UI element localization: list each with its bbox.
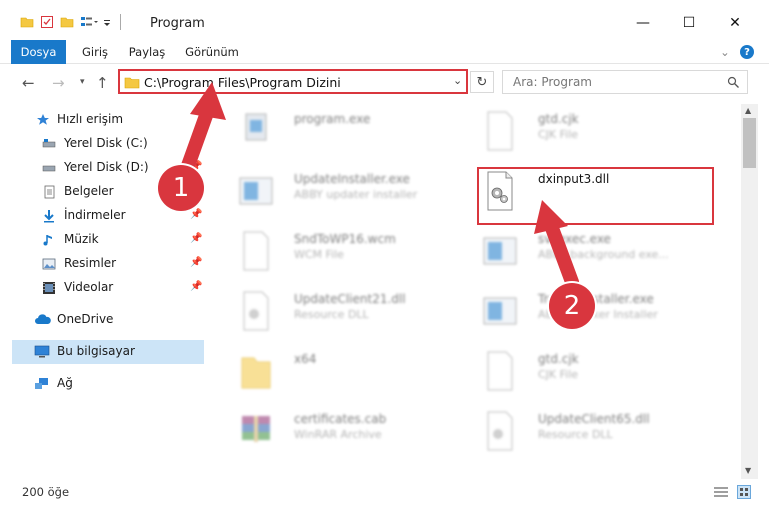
status-bar: 200 öğe (0, 480, 769, 504)
nav-item-pictures[interactable]: Resimler 📌 (0, 252, 204, 276)
file-item[interactable]: x64 (216, 344, 466, 400)
pin-icon[interactable]: 📌 (190, 209, 202, 220)
network-icon (35, 378, 48, 389)
recent-locations-icon[interactable]: ▾ (80, 77, 85, 87)
file-item[interactable]: gtd.cjk CJK File (460, 104, 710, 160)
item-count: 200 öğe (22, 485, 70, 499)
exe-icon (483, 237, 517, 265)
properties-icon[interactable] (40, 15, 54, 29)
maximize-button[interactable]: ☐ (666, 8, 712, 38)
computer-icon (34, 345, 50, 358)
vertical-scrollbar[interactable]: ▲ ▼ (741, 104, 758, 479)
document-icon (487, 111, 513, 151)
tab-share[interactable]: Paylaş (124, 40, 170, 64)
document-icon (243, 231, 269, 271)
customize-toolbar-icon[interactable] (102, 15, 112, 29)
file-list: program.exe gtd.cjk CJK File UpdateInsta… (206, 104, 741, 479)
search-box[interactable]: Ara: Program (502, 70, 748, 94)
new-folder-icon[interactable] (60, 15, 74, 29)
pin-icon[interactable]: 📌 (190, 281, 202, 292)
step-badge-2: 2 (549, 283, 595, 329)
drive-icon (42, 165, 56, 172)
ribbon-tabs: Dosya Giriş Paylaş Görünüm ⌄ ? (0, 40, 769, 64)
close-button[interactable]: ✕ (712, 8, 758, 38)
quick-access-toolbar (20, 14, 121, 30)
pin-icon[interactable]: 📌 (190, 257, 202, 268)
folder-icon (241, 357, 271, 389)
up-icon[interactable]: ↑ (96, 74, 109, 92)
search-input[interactable]: Ara: Program (513, 75, 592, 89)
scroll-down-icon[interactable]: ▼ (745, 466, 751, 475)
tab-file[interactable]: Dosya (11, 40, 66, 64)
music-icon (43, 235, 52, 246)
nav-item-music[interactable]: Müzik 📌 (0, 228, 204, 252)
star-icon (37, 114, 49, 125)
scroll-up-icon[interactable]: ▲ (745, 106, 751, 115)
back-icon[interactable]: ← (22, 74, 35, 92)
cloud-icon (35, 314, 51, 324)
title-bar: Program — ☐ ✕ (0, 0, 769, 40)
address-row: ← → ▾ ↑ C:\Program Files\Program Dizini … (0, 64, 769, 102)
nav-item-network[interactable]: Ağ (0, 372, 204, 396)
folder-icon (124, 77, 140, 89)
documents-icon (44, 185, 55, 199)
file-item[interactable]: UpdateClient65.dll Resource DLL (460, 404, 710, 460)
download-icon (44, 210, 54, 223)
archive-icon (242, 416, 270, 442)
view-options-icon[interactable] (80, 15, 98, 29)
scrollbar-thumb[interactable] (743, 118, 756, 168)
document-icon (487, 351, 513, 391)
address-dropdown-icon[interactable]: ⌄ (453, 74, 462, 87)
tab-view[interactable]: Görünüm (182, 40, 242, 64)
file-item[interactable]: UpdateClient21.dll Resource DLL (216, 284, 466, 340)
file-item[interactable]: gtd.cjk CJK File (460, 344, 710, 400)
ribbon-expand-icon[interactable]: ⌄ (716, 40, 734, 64)
search-icon[interactable] (727, 76, 740, 89)
pin-icon[interactable]: 📌 (190, 233, 202, 244)
large-icons-view-icon[interactable] (737, 485, 751, 499)
file-item[interactable]: SndToWP16.wcm WCM File (216, 224, 466, 280)
file-item[interactable]: certificates.cab WinRAR Archive (216, 404, 466, 460)
details-view-icon[interactable] (713, 486, 729, 498)
installer-icon (483, 297, 517, 325)
nav-item-this-pc[interactable]: Bu bilgisayar (12, 340, 204, 364)
nav-item-videos[interactable]: Videolar 📌 (0, 276, 204, 300)
drive-icon (42, 139, 56, 148)
pictures-icon (42, 258, 56, 270)
folder-icon[interactable] (20, 15, 34, 29)
forward-icon[interactable]: → (52, 74, 65, 92)
minimize-button[interactable]: — (620, 8, 666, 38)
nav-item-onedrive[interactable]: OneDrive (0, 308, 204, 332)
step-badge-1: 1 (158, 165, 204, 211)
dll-icon (243, 291, 269, 331)
video-icon (43, 282, 55, 294)
refresh-icon: ↻ (476, 74, 488, 90)
tab-home[interactable]: Giriş (74, 40, 116, 64)
dll-icon (487, 411, 513, 451)
help-icon[interactable]: ? (740, 45, 754, 59)
refresh-button[interactable]: ↻ (470, 71, 494, 93)
window-title: Program (150, 16, 205, 31)
